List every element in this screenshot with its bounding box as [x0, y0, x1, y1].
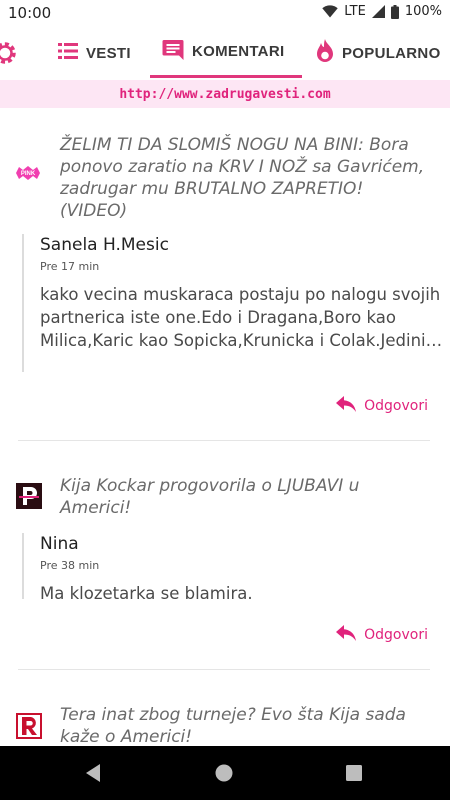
tab-vesti[interactable]: VESTI: [58, 28, 131, 78]
article-title[interactable]: Tera inat zbog turneje? Evo šta Kija sad…: [60, 704, 432, 746]
comment-text: Ma klozetarka se blamira.: [40, 584, 253, 603]
status-bar: 10:00 LTE 100%: [0, 0, 450, 28]
comment: Sanela H.Mesic Pre 17 min kako vecina mu…: [22, 234, 446, 372]
comment-card: PINK ŽELIM TI DA SLOMIŠ NOGU NA BINI: Bo…: [0, 110, 450, 441]
tab-komentari-label: KOMENTARI: [192, 43, 285, 60]
recent-apps-icon[interactable]: [346, 765, 362, 785]
home-icon[interactable]: [214, 763, 234, 787]
gear-icon[interactable]: [0, 40, 18, 66]
site-url-banner[interactable]: http://www.zadrugavesti.com: [0, 80, 450, 108]
comment: Nina Pre 38 min Ma klozetarka se blamira…: [22, 533, 446, 603]
comment-author: Sanela H.Mesic: [40, 235, 169, 255]
comment-author: Nina: [40, 534, 79, 554]
article-title[interactable]: Kija Kockar progovorila o LJUBAVI u Amer…: [60, 475, 432, 519]
svg-text:PINK: PINK: [21, 171, 36, 177]
divider: [18, 669, 430, 670]
reply-label: Odgovori: [364, 627, 428, 643]
p-source-logo: [16, 483, 42, 509]
comments-feed[interactable]: PINK ŽELIM TI DA SLOMIŠ NOGU NA BINI: Bo…: [0, 110, 450, 746]
reply-icon: [336, 396, 357, 416]
network-type: LTE: [344, 4, 366, 19]
tab-popularno[interactable]: POPULARNO: [316, 28, 441, 78]
back-icon[interactable]: [84, 763, 102, 787]
signal-icon: [371, 5, 385, 18]
wifi-icon: [322, 5, 338, 18]
reply-button[interactable]: Odgovori: [336, 396, 428, 416]
r-source-logo: [16, 713, 42, 739]
comment-text: kako vecina muskaraca postaju po nalogu …: [40, 285, 441, 350]
top-nav: VESTI KOMENTARI POPULARNO: [0, 28, 450, 78]
reply-icon: [336, 625, 357, 645]
comment-card: Kija Kockar progovorila o LJUBAVI u Amer…: [0, 455, 450, 670]
status-icons: LTE 100%: [322, 4, 442, 19]
comment-icon: [162, 39, 184, 65]
comment-time: Pre 17 min: [40, 260, 100, 273]
tab-popularno-label: POPULARNO: [342, 44, 441, 62]
flame-icon: [316, 39, 334, 67]
battery-level: 100%: [404, 4, 442, 19]
tab-vesti-label: VESTI: [86, 44, 131, 62]
tab-komentari[interactable]: KOMENTARI: [150, 28, 302, 78]
system-nav-bar: [0, 746, 450, 800]
divider: [18, 440, 430, 441]
article-title[interactable]: ŽELIM TI DA SLOMIŠ NOGU NA BINI: Bora po…: [60, 134, 432, 222]
comment-time: Pre 38 min: [40, 559, 100, 572]
reply-label: Odgovori: [364, 398, 428, 414]
list-icon: [58, 43, 78, 63]
battery-icon: [390, 4, 399, 19]
status-time: 10:00: [8, 4, 52, 22]
comment-card: Tera inat zbog turneje? Evo šta Kija sad…: [0, 685, 450, 746]
pink-source-logo: PINK: [14, 165, 42, 180]
reply-button[interactable]: Odgovori: [336, 625, 428, 645]
